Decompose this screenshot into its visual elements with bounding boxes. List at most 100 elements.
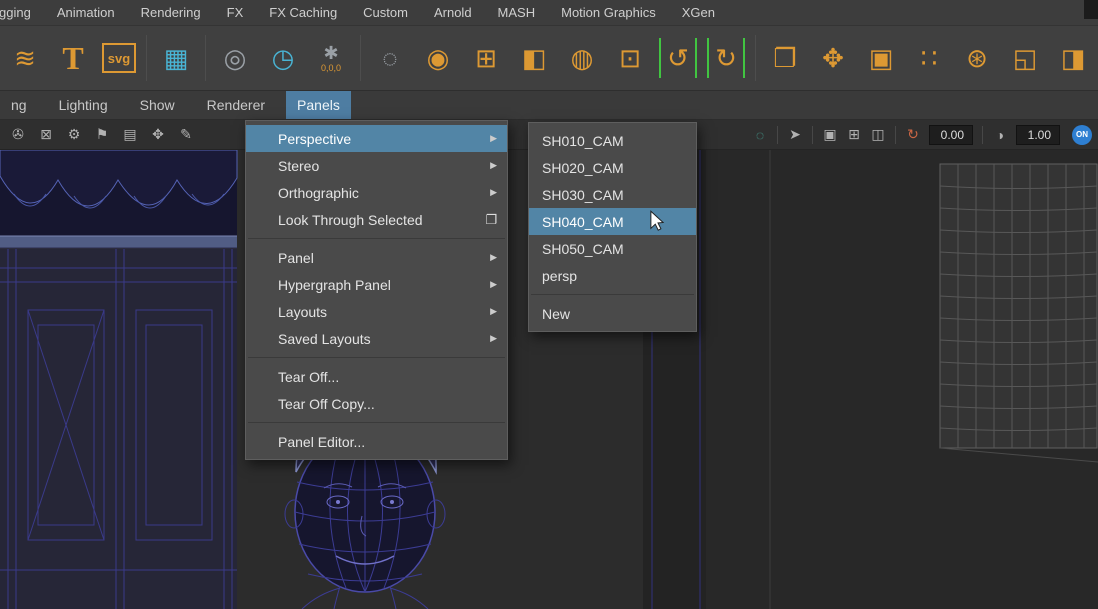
table-tool-icon[interactable]: ▦ [157, 36, 195, 80]
panel-menu-shading[interactable]: ng [0, 91, 38, 119]
gamma-icon[interactable]: ◑ [988, 127, 1012, 143]
circle-select-icon[interactable]: ◌ [748, 127, 772, 143]
toolbar-divider [777, 126, 778, 144]
wire-cube-icon[interactable]: ▣ [862, 36, 900, 80]
poly-cube-icon[interactable]: ❐ [766, 36, 804, 80]
exposure-field[interactable]: 0.00 [929, 125, 973, 145]
toolbar-divider [895, 126, 896, 144]
rotate-ccw-icon[interactable]: ↺ [659, 38, 697, 78]
select-arrow-icon[interactable]: ➤ [783, 126, 807, 143]
menu-item-label: New [542, 306, 570, 322]
menu-item-label: Saved Layouts [278, 331, 371, 347]
snap-time-icon[interactable]: ◷ [264, 36, 302, 80]
origin-glyph: ✱ [323, 44, 338, 62]
curves-tool-icon[interactable]: ≋ [6, 36, 44, 80]
shelf-separator [205, 35, 206, 81]
image-plane-icon[interactable]: ▤ [118, 126, 142, 143]
menu-item-saved-layouts[interactable]: Saved Layouts ▶ [246, 325, 507, 352]
viewport-toolbar-right: ◌ ➤ ▣ ⊞ ◫ ↻ 0.00 ◑ 1.00 ON [748, 125, 1092, 145]
menu-xgen[interactable]: XGen [669, 0, 728, 25]
corner-block [1084, 0, 1098, 19]
sphere-project-icon[interactable]: ◍ [563, 36, 601, 80]
grease-pencil-icon[interactable]: ✎ [174, 126, 198, 143]
submenu-item-sh030-cam[interactable]: SH030_CAM [529, 181, 696, 208]
menu-fx-caching[interactable]: FX Caching [256, 0, 350, 25]
camera-icon[interactable]: ✇ [6, 126, 30, 143]
panel-menu-lighting[interactable]: Lighting [48, 91, 119, 119]
menu-item-label: Tear Off Copy... [278, 396, 375, 412]
text-tool-icon[interactable]: T [54, 36, 92, 80]
menu-item-label: SH010_CAM [542, 133, 624, 149]
snap-rotate-icon[interactable]: ◎ [216, 36, 254, 80]
bookmark-icon[interactable]: ⚑ [90, 126, 114, 143]
menu-item-look-through-selected[interactable]: Look Through Selected ❐ [246, 206, 507, 233]
menu-motion-graphics[interactable]: Motion Graphics [548, 0, 669, 25]
copy-panel-icon[interactable]: ▣ [818, 126, 842, 143]
camera-lock-icon[interactable]: ⊠ [34, 126, 58, 143]
color-management-toggle[interactable]: ON [1072, 125, 1092, 145]
menu-rigging[interactable]: gging [0, 0, 44, 25]
maya-window: gging Animation Rendering FX FX Caching … [0, 0, 1098, 609]
menu-item-tear-off[interactable]: Tear Off... [246, 363, 507, 390]
submenu-item-sh050-cam[interactable]: SH050_CAM [529, 235, 696, 262]
split-panel-icon[interactable]: ⊞ [842, 126, 866, 143]
submenu-item-sh010-cam[interactable]: SH010_CAM [529, 127, 696, 154]
menu-custom[interactable]: Custom [350, 0, 421, 25]
grid-fill-icon[interactable]: ⊡ [611, 36, 649, 80]
half-square-icon[interactable]: ◨ [1054, 36, 1092, 80]
scatter-icon[interactable]: ✥ [814, 36, 852, 80]
pan-zoom-icon[interactable]: ✥ [146, 126, 170, 143]
panel-menu-renderer[interactable]: Renderer [196, 91, 276, 119]
cube-cylinder-icon[interactable]: ◧ [515, 36, 553, 80]
submenu-arrow-icon: ▶ [490, 306, 497, 317]
menu-separator [531, 294, 694, 295]
submenu-item-new[interactable]: New [529, 300, 696, 327]
quad-draw-icon[interactable]: ⊞ [467, 36, 505, 80]
menu-item-orthographic[interactable]: Orthographic ▶ [246, 179, 507, 206]
svg-tool-icon[interactable]: svg [102, 43, 136, 73]
rotate-cw-icon[interactable]: ↻ [707, 38, 745, 78]
cube-plane-icon[interactable]: ◱ [1006, 36, 1044, 80]
wheel-icon[interactable]: ⊛ [958, 36, 996, 80]
origin-icon[interactable]: ✱ 0,0,0 [312, 36, 350, 80]
menu-item-label: Look Through Selected [278, 212, 423, 228]
menu-animation[interactable]: Animation [44, 0, 128, 25]
toolbar-divider [982, 126, 983, 144]
menu-item-label: Hypergraph Panel [278, 277, 391, 293]
submenu-arrow-icon: ▶ [490, 333, 497, 344]
menu-fx[interactable]: FX [214, 0, 257, 25]
menu-item-label: SH020_CAM [542, 160, 624, 176]
camera-attributes-icon[interactable]: ⚙ [62, 126, 86, 143]
cubes-cluster-icon[interactable]: ∷ [910, 36, 948, 80]
menu-item-tear-off-copy[interactable]: Tear Off Copy... [246, 390, 507, 417]
submenu-arrow-icon: ▶ [490, 279, 497, 290]
menu-item-perspective[interactable]: Perspective ▶ [246, 125, 507, 152]
panel-menu-panels[interactable]: Panels [286, 91, 351, 119]
submenu-item-persp[interactable]: persp [529, 262, 696, 289]
menu-separator [248, 357, 505, 358]
refresh-icon[interactable]: ↻ [901, 126, 925, 143]
menu-item-hypergraph-panel[interactable]: Hypergraph Panel ▶ [246, 271, 507, 298]
menu-item-layouts[interactable]: Layouts ▶ [246, 298, 507, 325]
menu-item-label: Panel [278, 250, 314, 266]
menu-item-label: SH030_CAM [542, 187, 624, 203]
sphere-poly-icon[interactable]: ◉ [419, 36, 457, 80]
submenu-arrow-icon: ▶ [490, 133, 497, 144]
menu-item-stereo[interactable]: Stereo ▶ [246, 152, 507, 179]
menu-item-panel[interactable]: Panel ▶ [246, 244, 507, 271]
menu-mash[interactable]: MASH [485, 0, 549, 25]
submenu-item-sh040-cam[interactable]: SH040_CAM [529, 208, 696, 235]
menu-rendering[interactable]: Rendering [128, 0, 214, 25]
pop-panel-icon[interactable]: ◫ [866, 126, 890, 143]
right-wall-wireframe [940, 164, 1098, 462]
gamma-field[interactable]: 1.00 [1016, 125, 1060, 145]
menu-item-panel-editor[interactable]: Panel Editor... [246, 428, 507, 455]
menu-item-label: SH050_CAM [542, 241, 624, 257]
lasso-icon[interactable]: ◌ [371, 36, 409, 80]
curtain-wireframe [0, 150, 237, 248]
look-through-icon: ❐ [485, 212, 497, 228]
menu-arnold[interactable]: Arnold [421, 0, 485, 25]
submenu-item-sh020-cam[interactable]: SH020_CAM [529, 154, 696, 181]
panel-menu-show[interactable]: Show [129, 91, 186, 119]
origin-sublabel: 0,0,0 [321, 64, 341, 73]
